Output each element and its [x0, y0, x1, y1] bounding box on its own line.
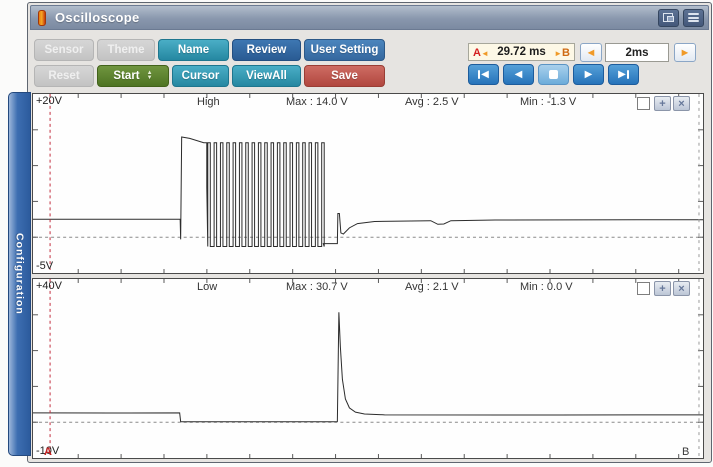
chart-high-scale-top: +20V	[36, 95, 62, 107]
step-forward-icon: ▶	[585, 69, 593, 80]
timebase-value: 2ms	[625, 47, 648, 59]
timebase-increase-button[interactable]: ►	[674, 43, 696, 62]
review-button[interactable]: Review	[232, 39, 301, 61]
a-left-arrow-icon: ◄	[481, 49, 489, 58]
skip-end-bar-icon	[627, 70, 629, 79]
name-button-label: Name	[178, 44, 209, 56]
step-back-icon: ◀	[515, 69, 523, 80]
user-setting-button-label: User Setting	[311, 44, 379, 56]
review-button-label: Review	[247, 44, 287, 56]
theme-button-label: Theme	[107, 44, 144, 56]
sensor-button-label: Sensor	[45, 44, 84, 56]
chart-low[interactable]: +40V Low Max : 30.7 V Avg : 2.1 V Min : …	[32, 278, 704, 459]
stop-button[interactable]	[538, 64, 569, 85]
chart-high-channel-label: High	[197, 96, 220, 108]
b-right-arrow-icon: ►	[554, 49, 562, 58]
title-bar: Oscilloscope	[30, 5, 709, 30]
theme-button[interactable]: Theme	[97, 39, 155, 61]
menu-icon	[688, 13, 699, 22]
chart-high-close-button[interactable]: ×	[673, 96, 690, 111]
chart-high-scale-bottom: -5V	[36, 260, 53, 272]
cursor-b-label[interactable]: B	[682, 446, 689, 458]
close-icon: ×	[678, 98, 684, 110]
reset-button-label: Reset	[48, 70, 79, 82]
plus-icon: +	[659, 98, 665, 110]
skip-start-icon: ◀	[481, 69, 489, 80]
configuration-tab-label: Configuration	[14, 233, 26, 315]
playback-controls: ◀ ◀ ▶ ▶	[468, 64, 639, 85]
ab-time-value: 29.72 ms	[497, 46, 546, 58]
chart-high-max: Max : 14.0 V	[286, 96, 348, 108]
chart-low-plot[interactable]	[33, 279, 703, 458]
start-button[interactable]: Start ▲▼	[97, 65, 169, 87]
restore-icon	[663, 13, 674, 22]
chart-high-avg: Avg : 2.5 V	[405, 96, 459, 108]
oscilloscope-window: Oscilloscope Sensor Theme Name Review Us…	[27, 2, 712, 463]
save-button[interactable]: Save	[304, 65, 385, 87]
window-title: Oscilloscope	[55, 10, 140, 25]
chart-high-plot[interactable]	[33, 94, 703, 273]
cursor-a-label[interactable]: A	[44, 446, 52, 458]
page: Oscilloscope Sensor Theme Name Review Us…	[0, 0, 713, 467]
timebase-decrease-button[interactable]: ◄	[580, 43, 602, 62]
right-arrow-icon: ►	[680, 47, 691, 59]
chart-low-scale-top: +40V	[36, 280, 62, 292]
window-menu-button[interactable]	[683, 9, 704, 27]
step-back-button[interactable]: ◀	[503, 64, 534, 85]
chart-low-display-checkbox[interactable]	[637, 282, 650, 295]
plus-icon: +	[659, 283, 665, 295]
skip-to-end-button[interactable]: ▶	[608, 64, 639, 85]
chart-high[interactable]: +20V High Max : 14.0 V Avg : 2.5 V Min :…	[32, 93, 704, 274]
chart-low-zoom-in-button[interactable]: +	[654, 281, 671, 296]
chart-high-display-checkbox[interactable]	[637, 97, 650, 110]
start-spinner-icon: ▲▼	[147, 71, 153, 81]
configuration-tab[interactable]: Configuration	[8, 92, 31, 456]
app-icon	[38, 10, 46, 26]
skip-to-start-button[interactable]: ◀	[468, 64, 499, 85]
window-restore-button[interactable]	[658, 9, 679, 27]
reset-button[interactable]: Reset	[34, 65, 94, 87]
chart-low-avg: Avg : 2.1 V	[405, 281, 459, 293]
viewall-button-label: ViewAll	[246, 70, 287, 82]
start-button-label: Start	[113, 70, 139, 82]
chart-low-close-button[interactable]: ×	[673, 281, 690, 296]
left-arrow-icon: ◄	[586, 47, 597, 59]
cursor-button-label: Cursor	[182, 70, 220, 82]
chart-low-max: Max : 30.7 V	[286, 281, 348, 293]
cursor-button[interactable]: Cursor	[172, 65, 229, 87]
timebase-field[interactable]: 2ms	[605, 43, 669, 62]
skip-start-bar-icon	[478, 70, 480, 79]
ab-time-readout: A◄ 29.72 ms ►B	[468, 43, 575, 61]
chart-low-min: Min : 0.0 V	[520, 281, 573, 293]
save-button-label: Save	[331, 70, 358, 82]
chart-low-channel-label: Low	[197, 281, 217, 293]
close-icon: ×	[678, 283, 684, 295]
chart-high-min: Min : -1.3 V	[520, 96, 576, 108]
stop-icon	[549, 70, 558, 79]
cursor-a-tag: A	[473, 47, 481, 59]
step-forward-button[interactable]: ▶	[573, 64, 604, 85]
viewall-button[interactable]: ViewAll	[232, 65, 301, 87]
cursor-b-tag: B	[562, 47, 570, 59]
chart-high-zoom-in-button[interactable]: +	[654, 96, 671, 111]
sensor-button[interactable]: Sensor	[34, 39, 94, 61]
skip-end-icon: ▶	[618, 69, 626, 80]
user-setting-button[interactable]: User Setting	[304, 39, 385, 61]
name-button[interactable]: Name	[158, 39, 229, 61]
